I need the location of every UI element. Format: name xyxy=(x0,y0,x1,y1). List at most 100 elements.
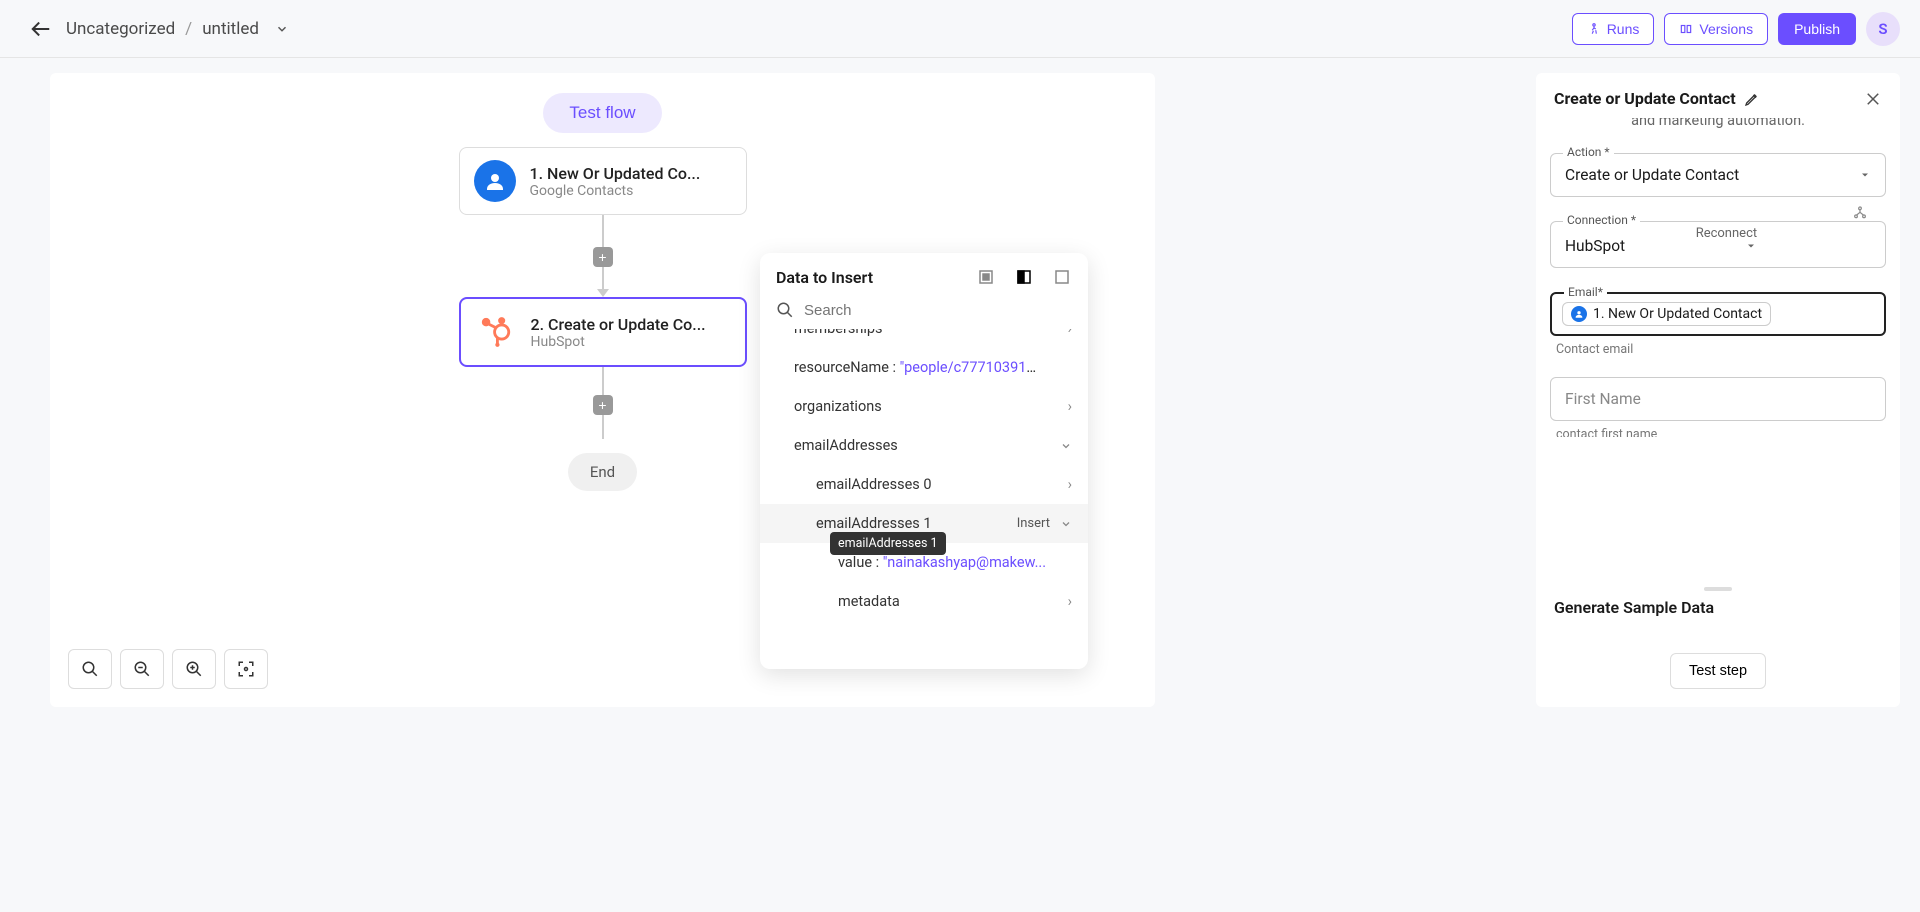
zoom-reset-button[interactable] xyxy=(68,649,112,689)
runs-button[interactable]: Runs xyxy=(1572,13,1655,45)
connection-wrap: Connection * Reconnect HubSpot xyxy=(1550,221,1886,268)
chevron-right-icon: › xyxy=(1068,476,1072,493)
flow-node-trigger[interactable]: 1. New Or Updated Co... Google Contacts xyxy=(459,147,747,215)
dropdown-icon[interactable] xyxy=(1859,169,1871,181)
email-field[interactable]: Email* 1. New Or Updated Contact xyxy=(1550,292,1886,336)
node-title: 2. Create or Update Co... xyxy=(531,315,731,334)
test-flow-button[interactable]: Test flow xyxy=(543,93,661,133)
view-toggles xyxy=(976,267,1072,287)
search-input[interactable] xyxy=(804,302,1072,319)
connector-line xyxy=(602,267,604,289)
back-arrow-icon[interactable] xyxy=(30,18,52,40)
zoom-controls xyxy=(68,649,268,689)
runs-label: Runs xyxy=(1607,21,1640,37)
firstname-placeholder: First Name xyxy=(1551,378,1885,420)
email-helper: Contact email xyxy=(1550,342,1886,357)
insert-action[interactable]: Insert xyxy=(1017,516,1050,531)
generate-sample-heading[interactable]: Generate Sample Data xyxy=(1554,598,1882,617)
tree-kv: resourceName : "people/c777103913... xyxy=(794,359,1044,376)
edit-icon[interactable] xyxy=(1744,91,1760,107)
header-right: Runs Versions Publish S xyxy=(1572,12,1900,46)
connector: + xyxy=(593,367,613,439)
header-left: Uncategorized / untitled xyxy=(30,18,289,40)
tree-item-email-addresses-1[interactable]: emailAddresses 1 Insert emailAddresses 1 xyxy=(760,504,1088,543)
close-icon[interactable] xyxy=(1864,90,1882,108)
popover-header: Data to Insert xyxy=(760,253,1088,295)
tree-label: metadata xyxy=(838,593,900,610)
add-step-button[interactable]: + xyxy=(593,247,613,267)
connector-line xyxy=(602,215,604,247)
tree-label: emailAddresses 0 xyxy=(816,476,932,493)
dropdown-icon[interactable] xyxy=(1745,240,1757,252)
search-row xyxy=(760,295,1088,329)
panel-title-text: Create or Update Contact xyxy=(1554,89,1736,108)
flow-node-action[interactable]: 2. Create or Update Co... HubSpot xyxy=(459,297,747,367)
firstname-helper: contact first name xyxy=(1550,427,1886,437)
end-node: End xyxy=(568,453,637,491)
tree-item-email-addresses-0[interactable]: emailAddresses 0 › xyxy=(760,465,1088,504)
versions-button[interactable]: Versions xyxy=(1664,13,1768,45)
chevron-right-icon: › xyxy=(1068,398,1072,415)
view-compact-icon[interactable] xyxy=(976,267,996,287)
chevron-down-icon[interactable] xyxy=(1060,518,1072,530)
field-label: Email* xyxy=(1564,285,1607,299)
node-subtitle: Google Contacts xyxy=(530,183,732,199)
connection-content: Reconnect HubSpot xyxy=(1565,234,1757,255)
add-step-button[interactable]: + xyxy=(593,395,613,415)
zoom-in-button[interactable] xyxy=(172,649,216,689)
field-label: Connection * xyxy=(1563,213,1640,227)
tree-item-email-addresses[interactable]: emailAddresses xyxy=(760,426,1088,465)
versions-label: Versions xyxy=(1699,21,1753,37)
google-contacts-icon xyxy=(474,160,516,202)
connector: + xyxy=(593,215,613,297)
search-icon xyxy=(776,301,794,319)
tree-item-resource-name[interactable]: resourceName : "people/c777103913... xyxy=(760,348,1088,387)
tree-item-value[interactable]: value : "nainakashyap@makew... xyxy=(760,543,1088,582)
data-insert-popover: Data to Insert memberships › resourceNam… xyxy=(760,253,1088,669)
chevron-down-icon xyxy=(1060,440,1072,452)
config-panel: Create or Update Contact and marketing a… xyxy=(1536,73,1900,707)
view-split-icon[interactable] xyxy=(1014,267,1034,287)
zoom-out-button[interactable] xyxy=(120,649,164,689)
app-header: Uncategorized / untitled Runs Versions P… xyxy=(0,0,1920,58)
google-contacts-icon xyxy=(1571,306,1587,322)
tree-kv: value : "nainakashyap@makew... xyxy=(838,554,1046,571)
connection-field[interactable]: Connection * Reconnect HubSpot xyxy=(1550,221,1886,268)
field-label: Action * xyxy=(1563,145,1614,159)
chevron-right-icon: › xyxy=(1068,593,1072,610)
breadcrumb-category[interactable]: Uncategorized xyxy=(66,19,175,39)
panel-header: Create or Update Contact xyxy=(1536,73,1900,118)
data-chip[interactable]: 1. New Or Updated Contact xyxy=(1562,302,1771,326)
connector-line xyxy=(602,367,604,395)
arrow-down-icon xyxy=(597,289,609,297)
data-tree[interactable]: memberships › resourceName : "people/c77… xyxy=(760,329,1088,669)
test-step-button[interactable]: Test step xyxy=(1670,653,1766,689)
action-value: Create or Update Contact xyxy=(1565,166,1739,184)
popover-title: Data to Insert xyxy=(776,268,873,287)
fit-view-button[interactable] xyxy=(224,649,268,689)
main-area: Test flow 1. New Or Updated Co... Google… xyxy=(0,58,1920,912)
chevron-right-icon: › xyxy=(1068,329,1072,337)
hubspot-icon xyxy=(475,311,517,353)
node-subtitle: HubSpot xyxy=(531,334,731,350)
panel-footer: Generate Sample Data Test step xyxy=(1536,592,1900,707)
tree-label: emailAddresses xyxy=(794,437,898,454)
tree-item-memberships[interactable]: memberships › xyxy=(760,329,1088,348)
publish-button[interactable]: Publish xyxy=(1778,13,1856,45)
node-text: 1. New Or Updated Co... Google Contacts xyxy=(530,164,732,199)
tree-item-organizations[interactable]: organizations › xyxy=(760,387,1088,426)
tree-label: organizations xyxy=(794,398,882,415)
tree-actions: Insert xyxy=(1017,516,1072,531)
action-field[interactable]: Action * Create or Update Contact xyxy=(1550,153,1886,197)
panel-title: Create or Update Contact xyxy=(1554,89,1760,108)
chevron-down-icon[interactable] xyxy=(275,22,289,36)
panel-body[interactable]: and marketing automation. Action * Creat… xyxy=(1536,118,1900,586)
breadcrumb-name[interactable]: untitled xyxy=(202,19,259,39)
user-avatar[interactable]: S xyxy=(1866,12,1900,46)
firstname-field[interactable]: First Name xyxy=(1550,377,1886,421)
node-text: 2. Create or Update Co... HubSpot xyxy=(531,315,731,350)
tree-item-metadata[interactable]: metadata › xyxy=(760,582,1088,621)
chip-label: 1. New Or Updated Contact xyxy=(1593,306,1762,322)
view-full-icon[interactable] xyxy=(1052,267,1072,287)
tree-icon[interactable] xyxy=(1852,205,1868,221)
